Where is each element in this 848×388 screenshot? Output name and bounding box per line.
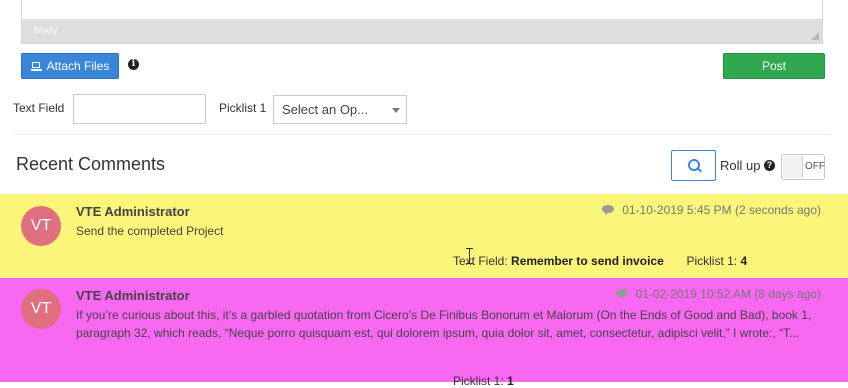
picklist-select[interactable]: Select an Op... [273,95,407,124]
attach-files-button[interactable]: Attach Files [21,53,119,79]
resize-grip-icon[interactable] [811,32,819,40]
divider [13,134,831,135]
help-icon[interactable]: ? [764,160,775,171]
i-beam-cursor-icon [466,248,473,264]
comment-picklist-value: 4 [740,254,748,268]
comment-meta: 01-02-2019 10:52 AM (8 days ago) [615,287,821,301]
chevron-down-icon [392,108,400,113]
attach-files-label: Attach Files [46,59,110,73]
comment-picklist-label: Picklist 1: [686,254,738,268]
section-title: Recent Comments [16,154,166,174]
comment-editor[interactable]: body [21,0,823,44]
editor-element-path: body [22,19,822,43]
comment-custom-fields: Picklist 1: 1 [453,374,514,388]
comment-body: Send the completed Project [76,224,224,238]
comment-text-field-value: Remember to send invoice [511,254,664,268]
comment-body: If you’re curious about this, it’s a gar… [76,308,812,340]
text-field-label: Text Field [13,101,65,115]
info-icon[interactable]: i [128,59,139,70]
comment-timestamp: 01-10-2019 5:45 PM (2 seconds ago) [622,203,821,217]
text-field-input[interactable] [73,94,206,124]
comment-item: VT VTE Administrator 01-10-2019 5:45 PM … [0,194,848,278]
avatar: VT [21,206,61,246]
comment-meta: 01-10-2019 5:45 PM (2 seconds ago) [602,203,821,217]
laptop-icon [30,61,42,71]
comment-text-field-label: Text Field: [453,254,508,268]
comment-custom-fields: Text Field: Remember to send invoice Pic… [453,254,747,268]
picklist-label: Picklist 1 [219,101,267,115]
comment-item: VT VTE Administrator 01-02-2019 10:52 AM… [0,278,848,388]
comment-timestamp: 01-02-2019 10:52 AM (8 days ago) [635,287,821,301]
picklist-selected-value: Select an Op... [282,102,368,117]
comment-bubble-icon [602,205,615,215]
comment-picklist-label: Picklist 1: [453,374,504,388]
rollup-toggle[interactable]: OFF [781,154,825,180]
search-comments-button[interactable] [671,150,716,181]
comment-bubble-icon [615,289,628,299]
avatar: VT [21,289,61,329]
comment-author[interactable]: VTE Administrator [76,204,190,219]
toggle-knob [783,156,803,178]
comment-author[interactable]: VTE Administrator [76,288,190,303]
post-button[interactable]: Post [723,53,825,79]
toggle-state-label: OFF [805,161,825,172]
comment-picklist-value: 1 [507,374,514,388]
rollup-label: Roll up [720,158,761,173]
